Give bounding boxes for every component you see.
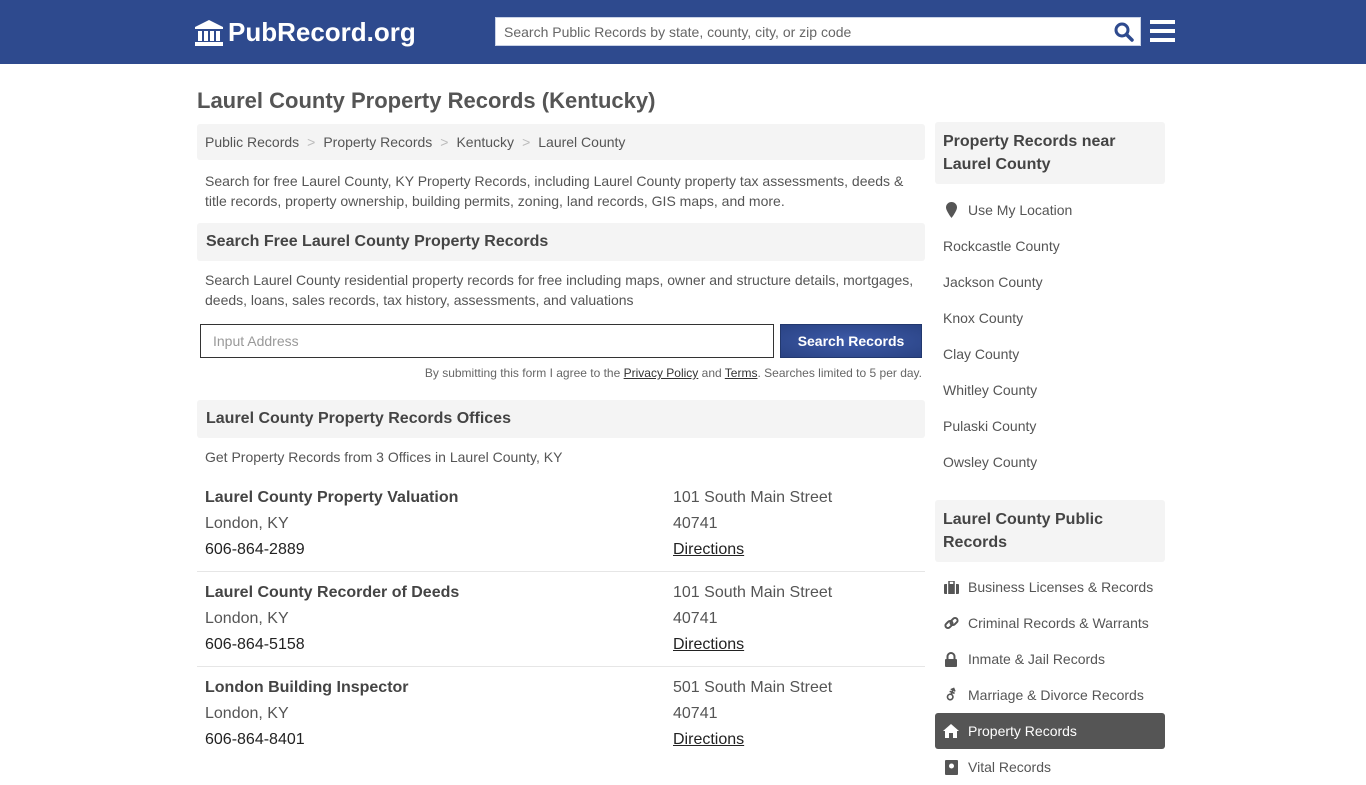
nearby-county-link[interactable]: Jackson County <box>935 264 1165 300</box>
search-section-description: Search Laurel County residential propert… <box>205 272 914 308</box>
breadcrumb-separator: > <box>440 134 449 150</box>
disclaimer-text: and <box>698 366 725 380</box>
nearby-county-link[interactable]: Pulaski County <box>935 408 1165 444</box>
page-title: Laurel County Property Records (Kentucky… <box>197 88 656 113</box>
form-disclaimer: By submitting this form I agree to the P… <box>197 366 925 380</box>
office-phone: 606-864-5158 <box>205 636 305 653</box>
sidebar-nearby: Property Records near Laurel County Use … <box>935 122 1165 480</box>
search-icon[interactable] <box>1114 22 1134 42</box>
courthouse-icon <box>195 19 223 46</box>
site-search-input[interactable] <box>496 18 1096 45</box>
nearby-county-link[interactable]: Knox County <box>935 300 1165 336</box>
id-card-icon <box>944 759 958 775</box>
sidebar-item-label: Business Licenses & Records <box>968 579 1154 595</box>
use-my-location-label: Use My Location <box>968 202 1073 218</box>
intro-text: Search for free Laurel County, KY Proper… <box>205 173 904 209</box>
hamburger-menu-icon[interactable] <box>1150 20 1175 42</box>
use-my-location[interactable]: Use My Location <box>935 192 1165 228</box>
sidebar-public-records: Laurel County Public Records Business Li… <box>935 500 1165 785</box>
address-input[interactable] <box>200 324 774 358</box>
sidebar-item-business[interactable]: Business Licenses & Records <box>935 569 1165 605</box>
site-logo[interactable]: PubRecord.org <box>195 17 416 48</box>
nearby-county-link[interactable]: Clay County <box>935 336 1165 372</box>
nearby-county-link[interactable]: Owsley County <box>935 444 1165 480</box>
directions-link[interactable]: Directions <box>673 731 744 748</box>
disclaimer-text: By submitting this form I agree to the <box>424 366 624 380</box>
top-navbar: PubRecord.org <box>0 0 1366 64</box>
office-street: 101 South Main Street <box>673 584 833 601</box>
breadcrumb-public-records[interactable]: Public Records <box>205 134 299 150</box>
logo-text: PubRecord.org <box>228 17 416 47</box>
directions-link[interactable]: Directions <box>673 541 744 558</box>
offices-summary: Get Property Records from 3 Offices in L… <box>205 449 563 465</box>
office-name: Laurel County Property Valuation <box>205 489 459 506</box>
link-icon <box>943 616 959 629</box>
sidebar-item-marriage[interactable]: ⚦ Marriage & Divorce Records <box>935 677 1165 713</box>
briefcase-icon <box>943 580 959 594</box>
office-item: Laurel County Property Valuation London, … <box>197 477 925 572</box>
office-phone: 606-864-2889 <box>205 541 305 558</box>
office-item: Laurel County Recorder of Deeds London, K… <box>197 572 925 667</box>
office-street: 501 South Main Street <box>673 679 833 696</box>
office-name: London Building Inspector <box>205 679 409 696</box>
breadcrumb-separator: > <box>522 134 531 150</box>
office-name: Laurel County Recorder of Deeds <box>205 584 460 601</box>
sidebar-item-inmate[interactable]: Inmate & Jail Records <box>935 641 1165 677</box>
breadcrumb-property-records[interactable]: Property Records <box>323 134 432 150</box>
sidebar-nearby-heading: Property Records near Laurel County <box>935 122 1165 184</box>
office-city: London, KY <box>205 705 289 722</box>
disclaimer-text: . Searches limited to 5 per day. <box>757 366 922 380</box>
sidebar-item-label: Vital Records <box>968 759 1052 775</box>
office-zip: 40741 <box>673 705 718 722</box>
sidebar-item-label: Property Records <box>968 723 1077 739</box>
sidebar-item-property[interactable]: Property Records <box>935 713 1165 749</box>
directions-link[interactable]: Directions <box>673 636 744 653</box>
sidebar-item-label: Marriage & Divorce Records <box>968 687 1144 703</box>
offices-section-heading: Laurel County Property Records Offices <box>197 400 925 438</box>
terms-link[interactable]: Terms <box>725 366 758 380</box>
lock-icon <box>945 651 957 667</box>
search-section-heading: Search Free Laurel County Property Recor… <box>197 223 925 261</box>
nearby-county-link[interactable]: Whitley County <box>935 372 1165 408</box>
breadcrumb-separator: > <box>307 134 316 150</box>
office-item: London Building Inspector London, KY 606-8… <box>197 667 925 762</box>
office-phone: 606-864-8401 <box>205 731 305 748</box>
office-city: London, KY <box>205 515 289 532</box>
home-icon <box>943 724 959 738</box>
office-city: London, KY <box>205 610 289 627</box>
sidebar-public-heading: Laurel County Public Records <box>935 500 1165 562</box>
sidebar-item-vital[interactable]: Vital Records <box>935 749 1165 785</box>
office-zip: 40741 <box>673 515 718 532</box>
office-street: 101 South Main Street <box>673 489 833 506</box>
sidebar-item-criminal[interactable]: Criminal Records & Warrants <box>935 605 1165 641</box>
map-marker-icon <box>945 202 957 218</box>
offices-list: Laurel County Property Valuation London, … <box>197 477 925 762</box>
site-search <box>495 17 1141 46</box>
breadcrumb-laurel-county[interactable]: Laurel County <box>538 134 625 150</box>
search-records-button[interactable]: Search Records <box>780 324 922 358</box>
gender-icon: ⚦ <box>945 686 957 703</box>
breadcrumb-kentucky[interactable]: Kentucky <box>456 134 514 150</box>
breadcrumb: Public Records > Property Records > Kentuc… <box>197 124 925 160</box>
address-search-form: Search Records <box>197 324 925 358</box>
office-zip: 40741 <box>673 610 718 627</box>
sidebar-item-label: Criminal Records & Warrants <box>968 615 1149 631</box>
nearby-county-link[interactable]: Rockcastle County <box>935 228 1165 264</box>
main-content: Public Records > Property Records > Kentuc… <box>197 124 925 762</box>
sidebar-item-label: Inmate & Jail Records <box>968 651 1105 667</box>
privacy-policy-link[interactable]: Privacy Policy <box>624 366 699 380</box>
